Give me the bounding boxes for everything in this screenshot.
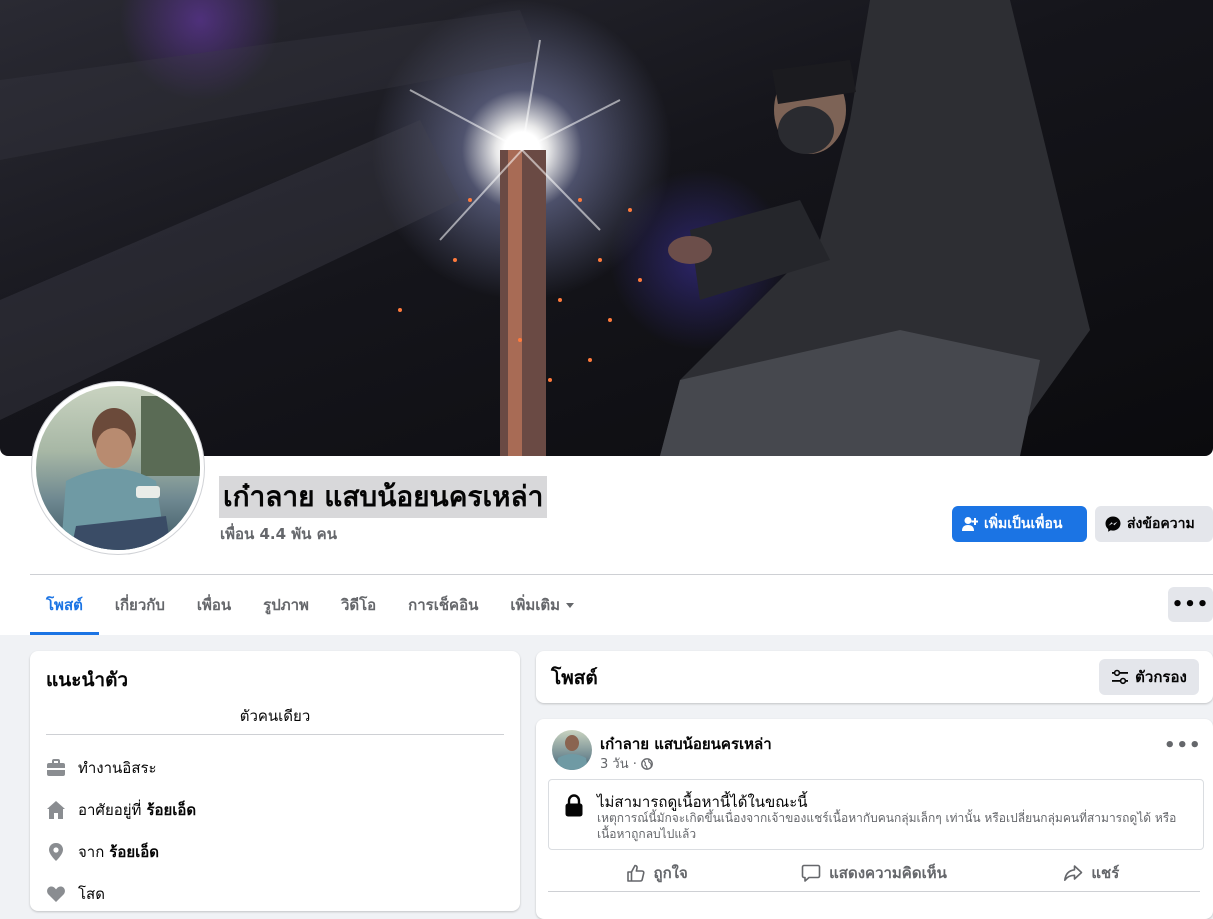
intro-work: ทำงานอิสระ: [46, 756, 157, 780]
caret-down-icon: [566, 603, 575, 608]
profile-name: เก๋าลาย แสบน้อยนครเหล่า: [219, 476, 548, 518]
profile-picture-image: [36, 386, 200, 550]
post-card: เก๋าลาย แสบน้อยนครเหล่า 3 วัน · ••• ไม่ส…: [536, 719, 1213, 919]
post-meta: 3 วัน ·: [600, 753, 653, 774]
intro-lives-place[interactable]: ร้อยเอ็ด: [146, 798, 196, 822]
share-button[interactable]: แชร์: [983, 855, 1200, 891]
filter-label: ตัวกรอง: [1135, 668, 1187, 686]
heart-icon: [47, 886, 65, 902]
like-label: ถูกใจ: [653, 864, 688, 882]
tab-videos[interactable]: วิดีโอ: [325, 576, 392, 635]
lock-icon: [565, 794, 583, 817]
content-unavailable-notice: ไม่สามารถดูเนื้อหานี้ได้ในขณะนี้ เหตุการ…: [548, 779, 1204, 850]
tab-photos-label: รูปภาพ: [263, 596, 309, 614]
comment-label: แสดงความคิดเห็น: [829, 864, 947, 882]
intro-work-text: ทำงานอิสระ: [78, 759, 157, 777]
intro-from: จาก ร้อยเอ็ด: [46, 840, 159, 864]
post-actions: ถูกใจ แสดงความคิดเห็น แชร์: [548, 855, 1200, 892]
intro-card: แนะนำตัว ตัวคนเดียว ทำงานอิสระ อาศัยอยู่…: [30, 651, 520, 911]
intro-bio: ตัวคนเดียว: [239, 707, 311, 725]
header-divider: [30, 574, 1213, 575]
add-friend-icon: [962, 517, 978, 531]
post-options-button[interactable]: •••: [1164, 735, 1202, 756]
filter-button[interactable]: ตัวกรอง: [1099, 659, 1199, 695]
friend-count[interactable]: เพื่อน 4.4 พัน คน: [220, 522, 337, 546]
add-friend-label: เพิ่มเป็นเพื่อน: [984, 516, 1063, 532]
tab-more[interactable]: เพิ่มเติม: [494, 576, 590, 635]
tab-about-label: เกี่ยวกับ: [114, 596, 165, 614]
tab-more-label: เพิ่มเติม: [510, 596, 561, 614]
share-label: แชร์: [1091, 864, 1120, 882]
profile-more-options-button[interactable]: •••: [1168, 587, 1213, 622]
message-button[interactable]: ส่งข้อความ: [1095, 506, 1213, 542]
intro-divider: [46, 734, 504, 735]
like-icon: [626, 864, 645, 882]
more-options-dots: •••: [1171, 594, 1210, 615]
tab-check-ins[interactable]: การเช็คอิน: [392, 576, 494, 635]
tab-posts[interactable]: โพสต์: [30, 576, 99, 635]
location-pin-icon: [49, 843, 63, 861]
intro-lives-prefix: อาศัยอยู่ที่: [78, 801, 142, 819]
globe-icon: [640, 757, 653, 770]
tab-check-ins-label: การเช็คอิน: [408, 596, 479, 614]
message-label: ส่งข้อความ: [1127, 516, 1195, 532]
briefcase-icon: [47, 759, 65, 776]
comment-icon: [801, 864, 821, 882]
share-icon: [1064, 865, 1083, 881]
intro-from-prefix: จาก: [78, 843, 105, 861]
tab-videos-label: วิดีโอ: [340, 596, 377, 614]
posts-header-card: โพสต์ ตัวกรอง: [536, 651, 1213, 703]
messenger-icon: [1105, 516, 1121, 532]
profile-picture[interactable]: [32, 382, 204, 554]
add-friend-button[interactable]: เพิ่มเป็นเพื่อน: [952, 506, 1087, 542]
tab-friends[interactable]: เพื่อน: [181, 576, 247, 635]
like-button[interactable]: ถูกใจ: [548, 855, 765, 891]
tab-about[interactable]: เกี่ยวกับ: [99, 576, 181, 635]
comment-button[interactable]: แสดงความคิดเห็น: [765, 855, 982, 891]
notice-body: เหตุการณ์นี้มักจะเกิดขึ้นเนื่องจากเจ้าขอ…: [597, 811, 1177, 841]
cover-photo[interactable]: [0, 0, 1213, 456]
profile-tabs: โพสต์ เกี่ยวกับ เพื่อน รูปภาพ วิดีโอ การ…: [30, 576, 590, 635]
intro-relationship: โสด: [46, 882, 105, 906]
tab-posts-label: โพสต์: [46, 596, 83, 614]
post-author-avatar[interactable]: [552, 730, 592, 770]
home-icon: [47, 801, 65, 819]
posts-title: โพสต์: [551, 667, 598, 689]
intro-relationship-text: โสด: [78, 885, 105, 903]
tab-friends-label: เพื่อน: [196, 596, 232, 614]
post-timestamp[interactable]: 3 วัน ·: [600, 753, 637, 774]
intro-from-place[interactable]: ร้อยเอ็ด: [109, 840, 159, 864]
intro-lives-in: อาศัยอยู่ที่ ร้อยเอ็ด: [46, 798, 196, 822]
intro-title: แนะนำตัว: [46, 669, 129, 691]
tab-photos[interactable]: รูปภาพ: [247, 576, 325, 635]
filter-icon: [1112, 669, 1129, 685]
cover-photo-artwork: [0, 0, 1090, 456]
